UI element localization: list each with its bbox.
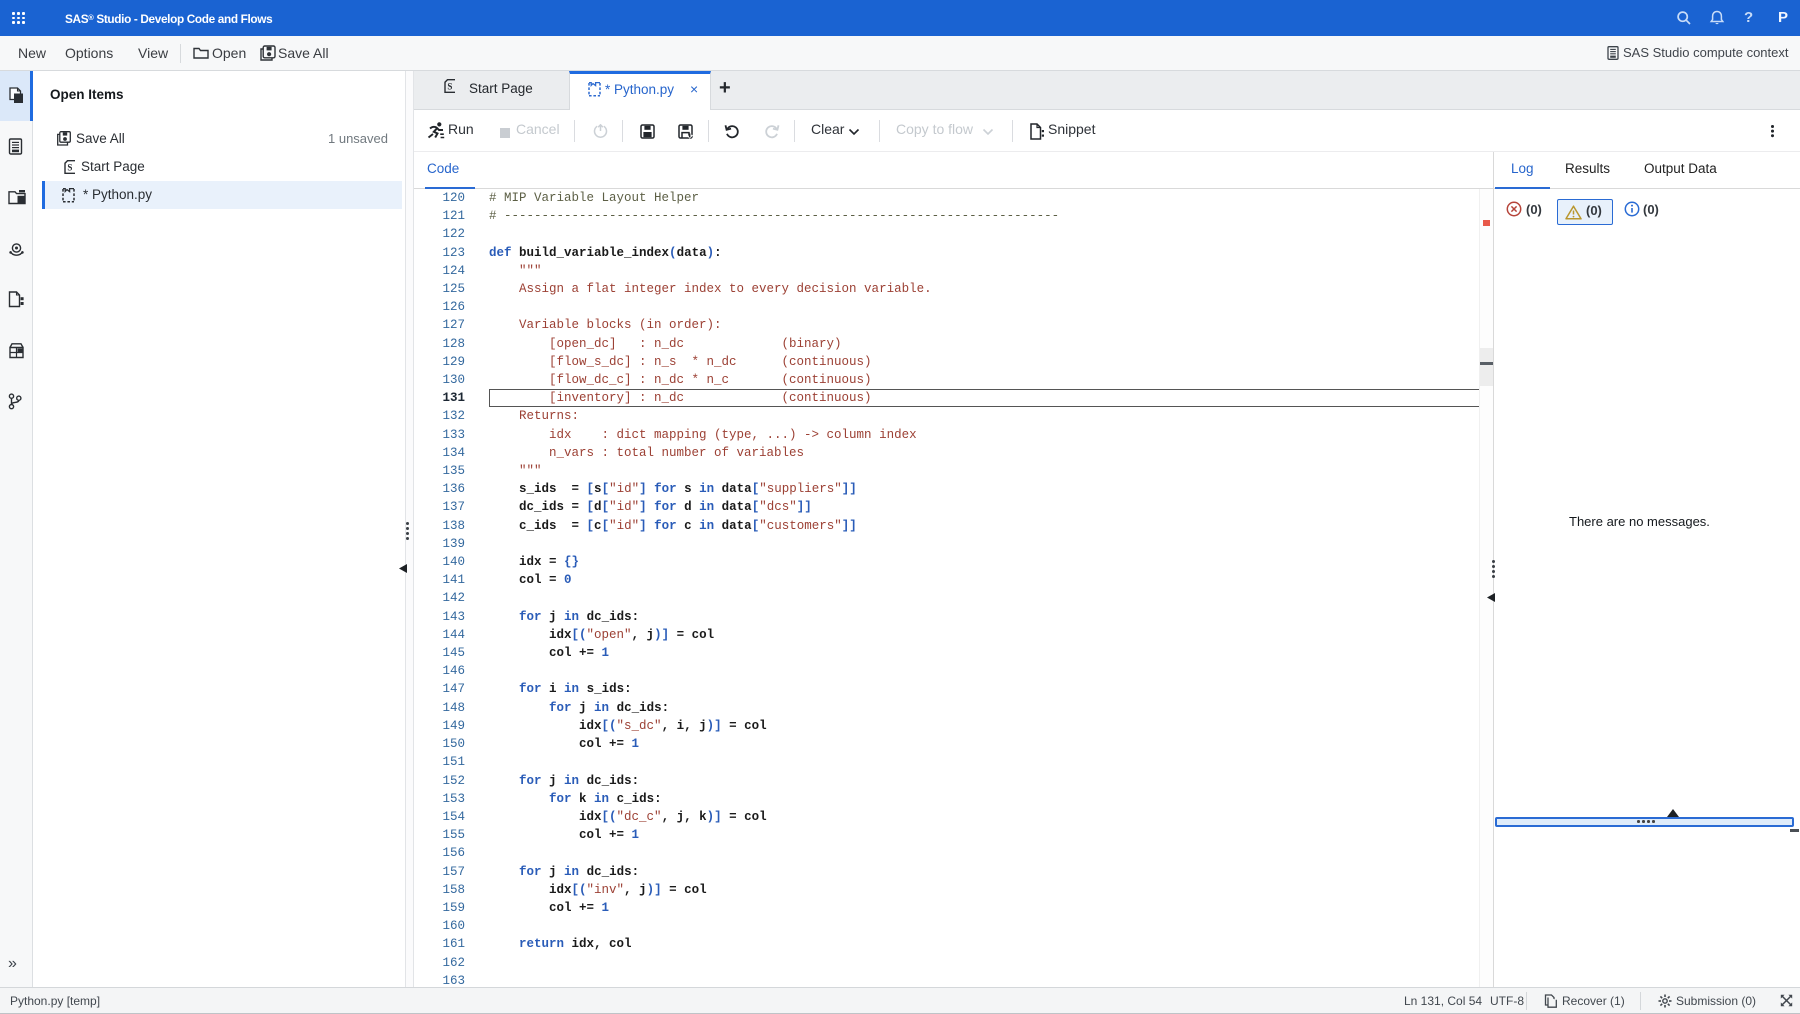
svg-text:S: S <box>67 163 72 173</box>
svg-text:S: S <box>447 82 452 92</box>
